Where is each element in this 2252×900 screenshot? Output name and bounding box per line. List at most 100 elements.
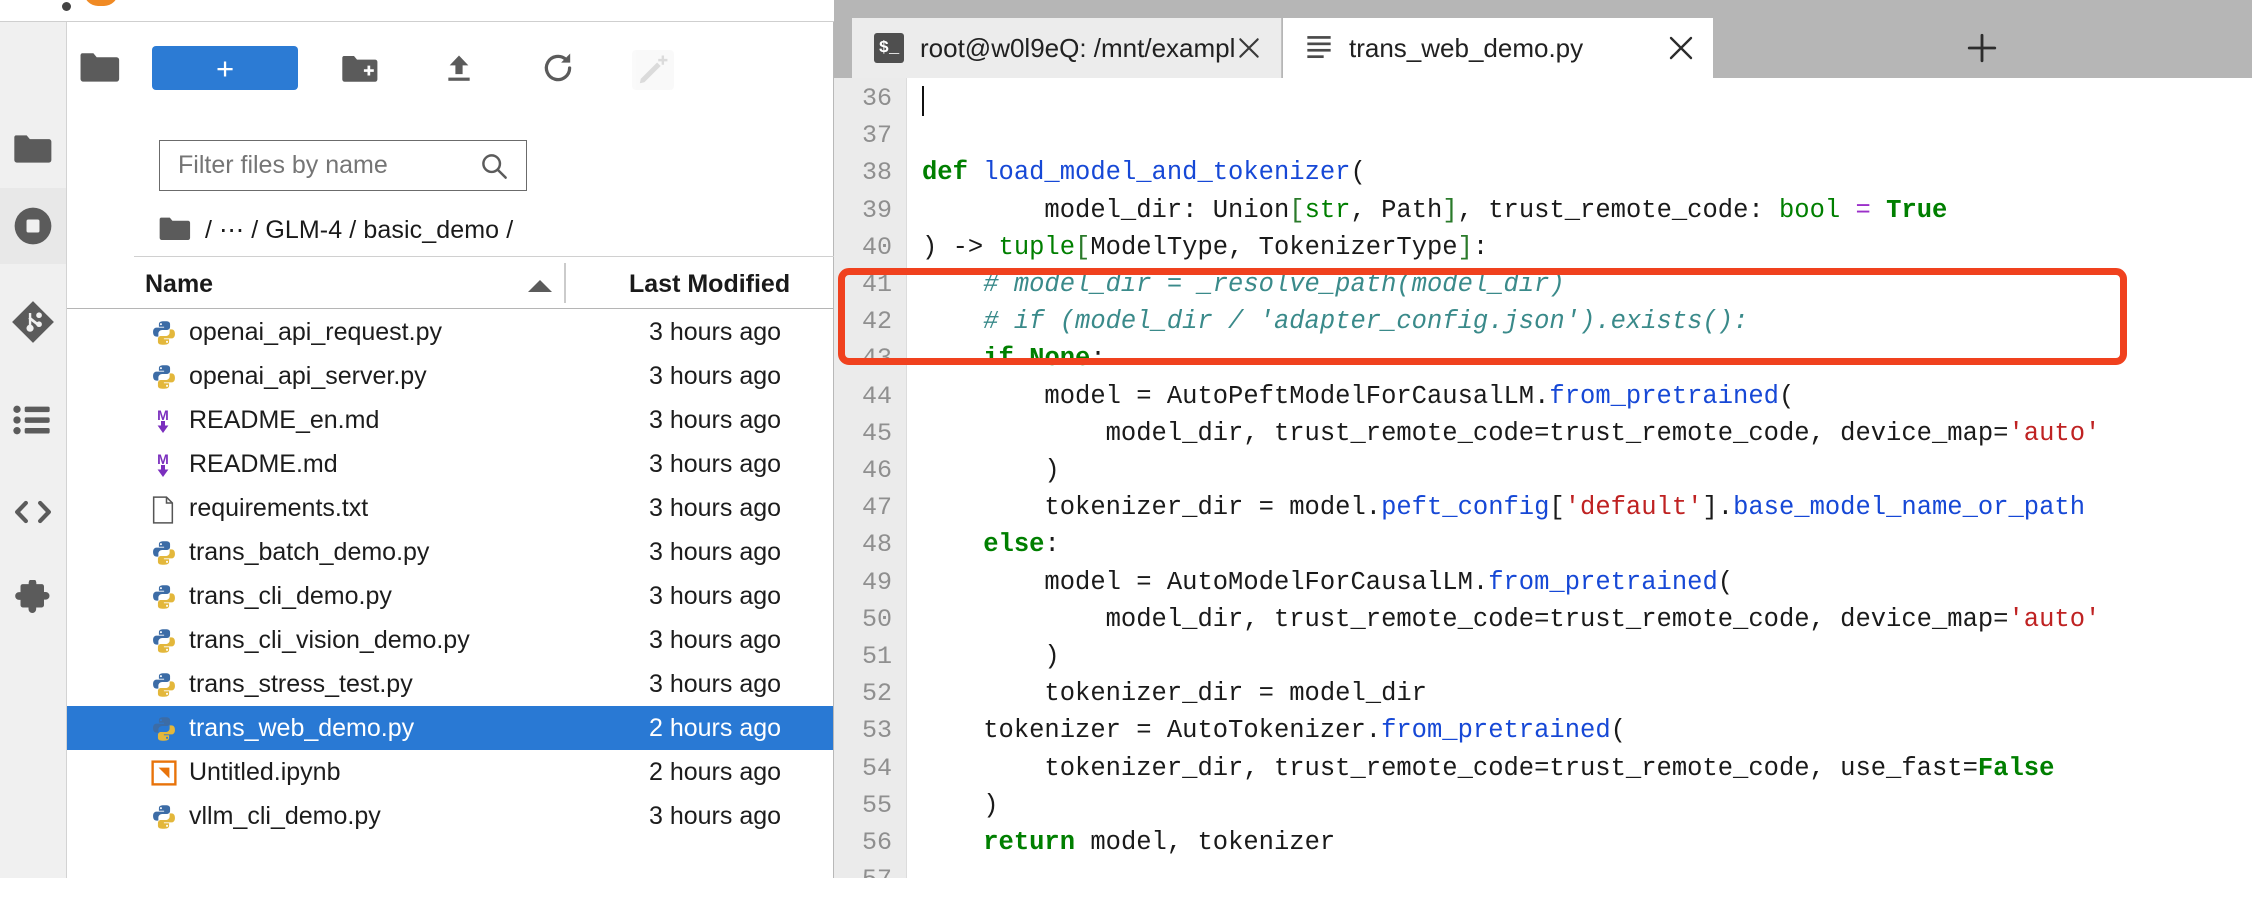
code-editor[interactable]: 36 37 38 def load_model_and_tokenizer(39 mo…: [834, 78, 2252, 878]
code-line[interactable]: ): [922, 456, 1059, 485]
file-name: trans_stress_test.py: [189, 669, 413, 698]
python-file-icon: [151, 540, 177, 566]
file-filter[interactable]: [159, 140, 527, 191]
new-launcher-button[interactable]: +: [152, 46, 298, 90]
svg-text:M: M: [157, 452, 169, 467]
code-line[interactable]: model = AutoPeftModelForCausalLM.from_pr…: [922, 382, 1794, 411]
sort-ascending-icon: [527, 279, 553, 298]
search-icon: [480, 152, 508, 185]
file-list-item[interactable]: trans_cli_demo.py 3 hours ago: [67, 574, 833, 618]
code-line[interactable]: tokenizer_dir = model_dir: [922, 679, 1427, 708]
code-line[interactable]: if None:: [922, 344, 1105, 373]
svg-text:M: M: [157, 408, 169, 423]
file-name: requirements.txt: [189, 493, 369, 522]
python-file-icon: [151, 672, 177, 698]
code-line[interactable]: tokenizer = AutoTokenizer.from_pretraine…: [922, 716, 1626, 745]
line-number: 39: [861, 195, 892, 225]
file-list-item[interactable]: Untitled.ipynb 2 hours ago: [67, 750, 833, 794]
code-line[interactable]: ) -> tuple[ModelType, TokenizerType]:: [922, 233, 1488, 262]
new-folder-icon: [342, 53, 378, 88]
line-number: 42: [861, 307, 892, 337]
folder-icon: [159, 215, 191, 246]
code-line[interactable]: tokenizer_dir, trust_remote_code=trust_r…: [922, 754, 2054, 783]
tab-terminal[interactable]: $_ root@w0l9eQ: /mnt/exampl: [852, 18, 1282, 78]
file-list-item[interactable]: trans_web_demo.py 2 hours ago: [67, 706, 833, 750]
code-brackets-icon: [12, 495, 54, 529]
refresh-button[interactable]: [537, 50, 579, 90]
line-number: 53: [861, 716, 892, 746]
file-list-item[interactable]: vllm_cli_demo.py 3 hours ago: [67, 794, 833, 838]
column-header-last-modified[interactable]: Last Modified: [629, 270, 790, 299]
sidebar-item-code-snippets[interactable]: [0, 474, 66, 550]
line-number: 40: [861, 232, 892, 262]
line-number: 52: [861, 679, 892, 709]
code-line[interactable]: model_dir: Union[str, Path], trust_remot…: [922, 196, 1947, 225]
sidebar-item-table-of-contents[interactable]: [0, 382, 66, 458]
jupyterlab-window: + Filter files by name / ⋯ / GLM-4 / bas…: [0, 0, 2252, 878]
file-list-item[interactable]: trans_cli_vision_demo.py 3 hours ago: [67, 618, 833, 662]
new-checkpoint-button[interactable]: [632, 50, 674, 90]
close-icon[interactable]: [1665, 32, 1697, 64]
file-name: trans_cli_demo.py: [189, 581, 392, 610]
file-name: vllm_cli_demo.py: [189, 801, 381, 830]
file-list: openai_api_request.py 3 hours ago openai_a…: [67, 310, 833, 900]
breadcrumb[interactable]: / ⋯ / GLM-4 / basic_demo /: [67, 204, 833, 256]
code-line[interactable]: model_dir, trust_remote_code=trust_remot…: [922, 605, 2101, 634]
stop-circle-icon: [12, 205, 54, 247]
line-number: 41: [861, 270, 892, 299]
code-line[interactable]: model = AutoModelForCausalLM.from_pretra…: [922, 568, 1733, 597]
terminal-icon: $_: [874, 33, 904, 63]
plus-icon: +: [215, 50, 235, 86]
python-file-icon: [151, 584, 177, 610]
line-number: 37: [861, 121, 892, 151]
code-line[interactable]: # if (model_dir / 'adapter_config.json')…: [922, 307, 1748, 336]
code-line[interactable]: model_dir, trust_remote_code=trust_remot…: [922, 419, 2101, 448]
puzzle-icon: [13, 580, 53, 620]
file-modified: 2 hours ago: [649, 757, 782, 786]
file-browser-toolbar: +: [67, 32, 833, 102]
text-file-icon: [151, 496, 177, 524]
git-icon: [11, 300, 55, 344]
chrome-dot: [62, 2, 71, 11]
code-content[interactable]: 36 37 38 def load_model_and_tokenizer(39 mo…: [834, 78, 2252, 878]
folder-icon: [14, 132, 52, 164]
file-list-item[interactable]: trans_stress_test.py 3 hours ago: [67, 662, 833, 706]
line-number: 50: [861, 604, 892, 634]
file-modified: 3 hours ago: [649, 317, 782, 346]
search-input[interactable]: [176, 150, 460, 181]
column-header-name[interactable]: Name: [145, 270, 213, 299]
file-list-item[interactable]: openai_api_request.py 3 hours ago: [67, 310, 833, 354]
tab-trans-web-demo[interactable]: trans_web_demo.py: [1283, 18, 1713, 78]
sidebar-item-file-browser[interactable]: [0, 110, 66, 186]
upload-files-button[interactable]: [438, 50, 480, 90]
sidebar-item-running-terminals[interactable]: [0, 188, 66, 264]
file-list-item[interactable]: M README_en.md 3 hours ago: [67, 398, 833, 442]
close-icon[interactable]: [1233, 32, 1265, 64]
line-number: 51: [861, 642, 892, 671]
sidebar-item-extension-manager[interactable]: [0, 562, 66, 638]
line-number: 38: [861, 158, 892, 188]
code-line[interactable]: ): [922, 791, 998, 820]
new-tab-button[interactable]: [1952, 18, 2012, 78]
line-number: 48: [861, 530, 892, 560]
list-icon: [13, 403, 53, 437]
file-list-item[interactable]: M README.md 3 hours ago: [67, 442, 833, 486]
refresh-icon: [541, 51, 575, 90]
sidebar-item-git[interactable]: [0, 284, 66, 360]
file-modified: 2 hours ago: [649, 713, 782, 742]
file-modified: 3 hours ago: [649, 493, 782, 522]
code-line[interactable]: tokenizer_dir = model.peft_config['defau…: [922, 493, 2085, 522]
python-file-icon: [151, 804, 177, 830]
new-folder-button[interactable]: [339, 50, 381, 90]
file-list-item[interactable]: openai_api_server.py 3 hours ago: [67, 354, 833, 398]
code-line[interactable]: ): [922, 642, 1059, 671]
code-line[interactable]: def load_model_and_tokenizer(: [922, 158, 1366, 187]
code-line[interactable]: # model_dir = _resolve_path(model_dir): [922, 270, 1565, 299]
file-name: trans_web_demo.py: [189, 713, 415, 742]
file-browser-panel: + Filter files by name / ⋯ / GLM-4 / bas…: [67, 22, 900, 878]
code-line[interactable]: else:: [922, 530, 1060, 559]
file-modified: 3 hours ago: [649, 537, 782, 566]
file-list-item[interactable]: trans_batch_demo.py 3 hours ago: [67, 530, 833, 574]
code-line[interactable]: return model, tokenizer: [922, 828, 1335, 857]
file-list-item[interactable]: requirements.txt 3 hours ago: [67, 486, 833, 530]
